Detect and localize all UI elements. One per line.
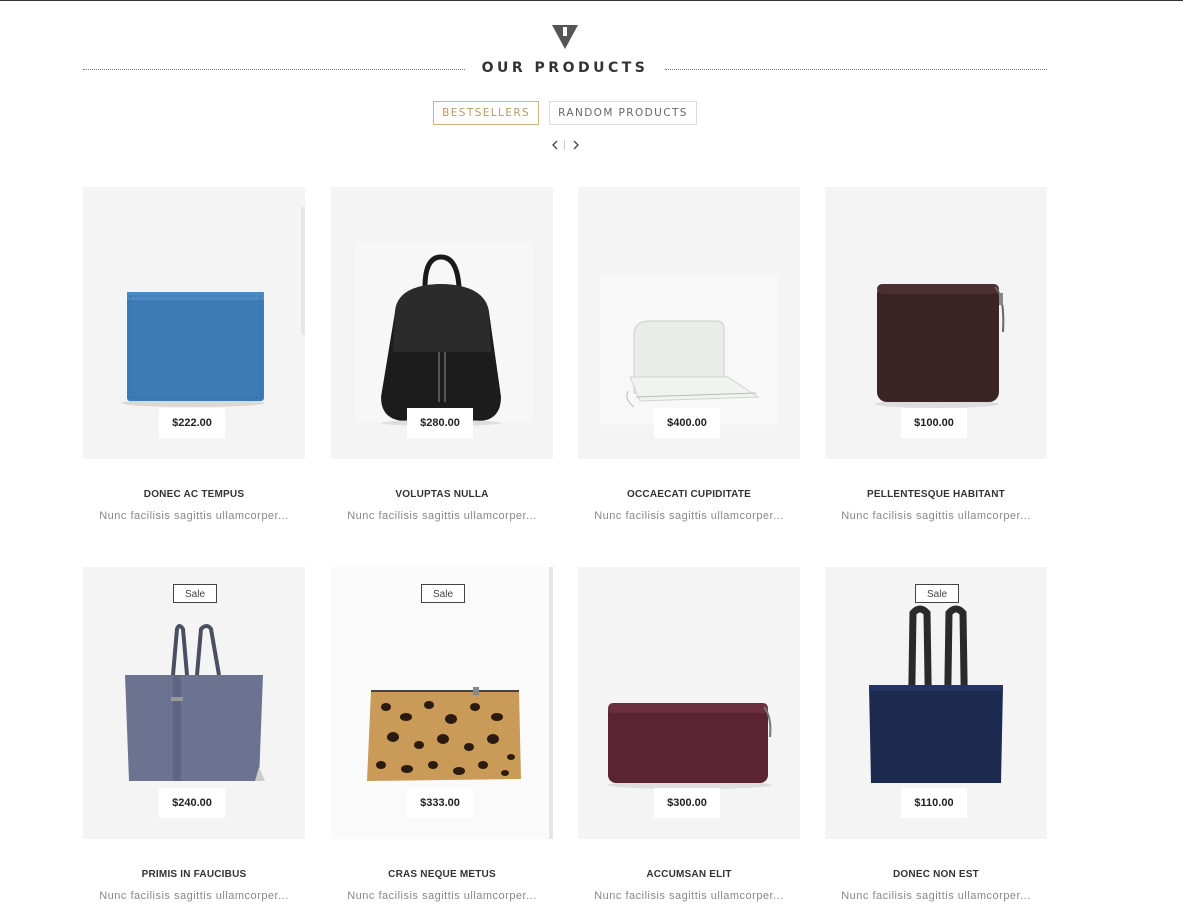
carousel-pager: [549, 137, 581, 153]
product-image[interactable]: $400.00: [578, 187, 800, 459]
price-tag: $240.00: [159, 788, 225, 818]
product-name[interactable]: PELLENTESQUE HABITANT: [825, 489, 1047, 500]
product-name[interactable]: ACCUMSAN ELIT: [578, 869, 800, 880]
price-tag: $100.00: [901, 408, 967, 438]
product-image[interactable]: $280.00: [331, 187, 553, 459]
heading-divider-left: [83, 69, 465, 70]
product-description: Nunc facilisis sagittis ullamcorper...: [841, 890, 1031, 902]
product-description: Nunc facilisis sagittis ullamcorper...: [841, 510, 1031, 522]
product-card[interactable]: Sale $333.00 CRAS NEQUE METUS Nunc facil…: [331, 567, 553, 902]
sale-badge: Sale: [915, 584, 959, 603]
product-card[interactable]: $222.00 DONEC AC TEMPUS Nunc facilisis s…: [83, 187, 305, 522]
product-image[interactable]: Sale $333.00: [331, 567, 553, 839]
price-tag: $222.00: [159, 408, 225, 438]
product-tabs: BESTSELLERS RANDOM PRODUCTS: [0, 101, 1130, 125]
product-name[interactable]: OCCAECATI CUPIDITATE: [578, 489, 800, 500]
sale-badge: Sale: [421, 584, 465, 603]
product-card[interactable]: $100.00 PELLENTESQUE HABITANT Nunc facil…: [825, 187, 1047, 522]
product-image[interactable]: Sale $240.00: [83, 567, 305, 839]
heading-divider-right: [665, 69, 1047, 70]
product-card[interactable]: $400.00 OCCAECATI CUPIDITATE Nunc facili…: [578, 187, 800, 522]
triangle-mark-icon: [552, 25, 578, 49]
product-card[interactable]: $280.00 VOLUPTAS NULLA Nunc facilisis sa…: [331, 187, 553, 522]
pager-separator: [564, 140, 565, 150]
product-card[interactable]: $300.00 ACCUMSAN ELIT Nunc facilisis sag…: [578, 567, 800, 902]
price-tag: $280.00: [407, 408, 473, 438]
price-tag: $333.00: [407, 788, 473, 818]
price-tag: $300.00: [654, 788, 720, 818]
product-card[interactable]: Sale $240.00 PRIMIS IN FAUCIBUS Nunc fac…: [83, 567, 305, 902]
product-description: Nunc facilisis sagittis ullamcorper...: [99, 890, 289, 902]
product-image[interactable]: Sale $110.00: [825, 567, 1047, 839]
chevron-left-icon[interactable]: [549, 137, 561, 153]
price-tag: $110.00: [901, 788, 967, 818]
product-name[interactable]: PRIMIS IN FAUCIBUS: [83, 869, 305, 880]
section-heading: OUR PRODUCTS: [83, 57, 1047, 81]
product-image[interactable]: $300.00: [578, 567, 800, 839]
price-tag: $400.00: [654, 408, 720, 438]
product-description: Nunc facilisis sagittis ullamcorper...: [594, 890, 784, 902]
product-name[interactable]: DONEC NON EST: [825, 869, 1047, 880]
product-description: Nunc facilisis sagittis ullamcorper...: [347, 510, 537, 522]
product-name[interactable]: VOLUPTAS NULLA: [331, 489, 553, 500]
product-image[interactable]: $222.00: [83, 187, 305, 459]
product-description: Nunc facilisis sagittis ullamcorper...: [99, 510, 289, 522]
product-image[interactable]: $100.00: [825, 187, 1047, 459]
section-title: OUR PRODUCTS: [481, 60, 649, 76]
product-card[interactable]: Sale $110.00 DONEC NON EST Nunc facilisi…: [825, 567, 1047, 902]
product-name[interactable]: DONEC AC TEMPUS: [83, 489, 305, 500]
product-name[interactable]: CRAS NEQUE METUS: [331, 869, 553, 880]
product-description: Nunc facilisis sagittis ullamcorper...: [347, 890, 537, 902]
sale-badge: Sale: [173, 584, 217, 603]
tab-bestsellers[interactable]: BESTSELLERS: [433, 101, 540, 125]
tab-random-products[interactable]: RANDOM PRODUCTS: [549, 101, 697, 125]
product-description: Nunc facilisis sagittis ullamcorper...: [594, 510, 784, 522]
chevron-right-icon[interactable]: [570, 137, 582, 153]
